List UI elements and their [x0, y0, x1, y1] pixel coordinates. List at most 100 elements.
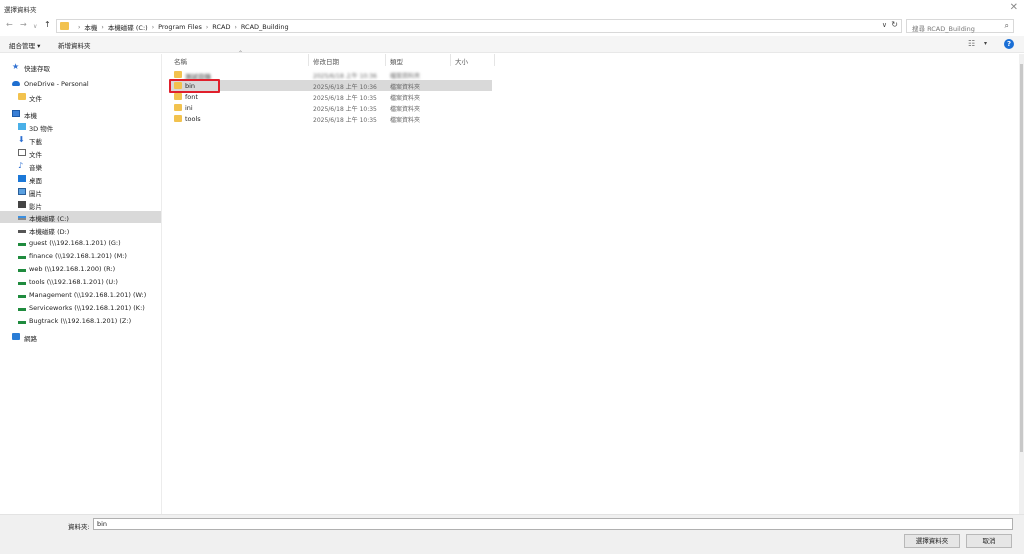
nav-network-drive-z[interactable]: Bugtrack (\\192.168.1.201) (Z:)	[0, 315, 161, 327]
nav-downloads[interactable]: ⬇ 下載	[0, 134, 161, 147]
video-icon	[18, 201, 26, 208]
highlight-box	[169, 79, 220, 93]
nav-music[interactable]: ♪ 音樂	[0, 160, 161, 173]
back-arrow-icon[interactable]: ←	[6, 20, 13, 30]
title-bar: 選擇資料夾 ✕	[0, 0, 1024, 16]
cube-icon	[18, 123, 26, 130]
column-header-date[interactable]: 修改日期	[313, 56, 339, 66]
column-divider[interactable]	[385, 54, 386, 66]
navigation-pane: ★ 快速存取 OneDrive - Personal 文件 本機 3D 物件 ⬇…	[0, 54, 162, 514]
close-icon[interactable]: ✕	[1010, 2, 1018, 14]
nav-network-drive-r[interactable]: web (\\192.168.1.200) (R:)	[0, 263, 161, 275]
search-icon: ⌕	[1004, 21, 1009, 30]
drive-icon	[18, 230, 26, 233]
refresh-icon[interactable]: ↻	[891, 20, 898, 29]
file-type: 檔案資料夾	[390, 73, 421, 80]
search-placeholder: 搜尋 RCAD_Building	[912, 25, 975, 33]
file-name: font	[185, 93, 198, 101]
nav-network-drive-w[interactable]: Management (\\192.168.1.201) (W:)	[0, 289, 161, 301]
nav-network-drive-m[interactable]: finance (\\192.168.1.201) (M:)	[0, 250, 161, 262]
nav-network-drive-g[interactable]: guest (\\192.168.1.201) (G:)	[0, 237, 161, 249]
chevron-right-icon[interactable]: ›	[101, 24, 103, 31]
crumb-this-pc[interactable]: 本機	[84, 22, 97, 32]
organize-button[interactable]: 組合管理 ▾	[9, 40, 40, 50]
cancel-button[interactable]: 取消	[966, 534, 1012, 548]
nav-pictures[interactable]: 圖片	[0, 186, 161, 198]
folder-icon	[174, 71, 182, 78]
scrollbar-thumb[interactable]	[1020, 64, 1023, 452]
nav-quick-access[interactable]: ★ 快速存取	[0, 61, 161, 74]
nav-onedrive[interactable]: OneDrive - Personal	[0, 78, 161, 90]
nav-desktop[interactable]: 桌面	[0, 173, 161, 185]
nav-label: 影片	[29, 203, 42, 211]
chevron-right-icon[interactable]: ›	[206, 24, 208, 31]
up-arrow-icon[interactable]: ↑	[44, 20, 51, 30]
select-folder-button[interactable]: 選擇資料夾	[904, 534, 960, 548]
network-drive-icon	[18, 256, 26, 259]
nav-network-drive-u[interactable]: tools (\\192.168.1.201) (U:)	[0, 276, 161, 288]
view-options-icon[interactable]: ☷	[968, 39, 975, 48]
nav-label: Bugtrack (\\192.168.1.201) (Z:)	[29, 317, 132, 325]
file-date: 2025/6/18 上午 10:36	[313, 73, 377, 80]
file-row[interactable]: ini 2025/6/18 上午 10:35 檔案資料夾	[170, 102, 492, 113]
vertical-scrollbar[interactable]	[1019, 54, 1024, 514]
nav-videos[interactable]: 影片	[0, 199, 161, 211]
chevron-right-icon[interactable]: ›	[234, 24, 236, 31]
column-header-type[interactable]: 類型	[390, 56, 403, 66]
folder-input[interactable]	[93, 518, 1013, 530]
crumb-program-files[interactable]: Program Files	[158, 23, 202, 31]
column-header-name[interactable]: 名稱	[174, 56, 187, 66]
nav-label: OneDrive - Personal	[24, 80, 89, 88]
nav-label: 圖片	[29, 190, 42, 198]
picture-icon	[18, 188, 26, 195]
address-dropdown-icon[interactable]: ∨	[882, 21, 887, 29]
nav-network[interactable]: 網路	[0, 331, 161, 343]
nav-label: web (\\192.168.1.200) (R:)	[29, 265, 116, 273]
nav-documents[interactable]: 文件	[0, 147, 161, 159]
nav-drive-c[interactable]: 本機磁碟 (C:)	[0, 211, 161, 223]
nav-drive-d[interactable]: 本機磁碟 (D:)	[0, 224, 161, 236]
crumb-drive-c[interactable]: 本機磁碟 (C:)	[108, 22, 148, 32]
crumb-rcad-building[interactable]: RCAD_Building	[241, 23, 289, 31]
file-type: 檔案資料夾	[390, 117, 421, 124]
view-dropdown-icon[interactable]: ▾	[984, 40, 987, 47]
nav-label: 本機磁碟 (C:)	[29, 215, 69, 223]
file-date: 2025/6/18 上午 10:36	[313, 84, 377, 91]
nav-label: 文件	[29, 151, 42, 159]
new-folder-button[interactable]: 新增資料夾	[58, 40, 91, 50]
chevron-right-icon[interactable]: ›	[152, 24, 154, 31]
crumb-rcad[interactable]: RCAD	[212, 23, 230, 31]
file-date: 2025/6/18 上午 10:35	[313, 106, 377, 113]
nav-this-pc[interactable]: 本機	[0, 108, 161, 120]
nav-label: tools (\\192.168.1.201) (U:)	[29, 278, 118, 286]
file-name: tools	[185, 115, 201, 123]
help-icon[interactable]: ?	[1004, 39, 1014, 49]
nav-3d-objects[interactable]: 3D 物件	[0, 121, 161, 133]
command-bar: 組合管理 ▾ 新增資料夾 ☷ ▾ ?	[0, 36, 1024, 53]
nav-label: Serviceworks (\\192.168.1.201) (K:)	[29, 304, 145, 312]
nav-label: 本機	[24, 112, 37, 120]
network-drive-icon	[18, 321, 26, 324]
nav-onedrive-documents[interactable]: 文件	[0, 91, 161, 103]
file-type: 檔案資料夾	[390, 95, 421, 102]
network-drive-icon	[18, 308, 26, 311]
download-icon: ⬇	[18, 135, 25, 144]
column-divider[interactable]	[494, 54, 495, 66]
file-name: ini	[185, 104, 193, 112]
nav-label: 桌面	[29, 177, 42, 185]
file-row[interactable]: tools 2025/6/18 上午 10:35 檔案資料夾	[170, 113, 492, 124]
column-divider[interactable]	[308, 54, 309, 66]
chevron-right-icon[interactable]: ›	[78, 24, 80, 31]
column-divider[interactable]	[450, 54, 451, 66]
nav-label: 網路	[24, 335, 37, 343]
recent-dropdown-icon[interactable]: ∨	[33, 22, 37, 32]
forward-arrow-icon[interactable]: →	[20, 20, 27, 30]
column-header-size[interactable]: 大小	[455, 56, 468, 66]
network-drive-icon	[18, 282, 26, 285]
star-icon: ★	[12, 62, 20, 71]
nav-network-drive-k[interactable]: Serviceworks (\\192.168.1.201) (K:)	[0, 302, 161, 314]
search-input[interactable]: 搜尋 RCAD_Building ⌕	[906, 19, 1014, 33]
nav-label: 下載	[29, 138, 42, 146]
address-bar[interactable]: › 本機 › 本機磁碟 (C:) › Program Files › RCAD …	[56, 19, 902, 33]
nav-label: 快速存取	[24, 65, 50, 73]
